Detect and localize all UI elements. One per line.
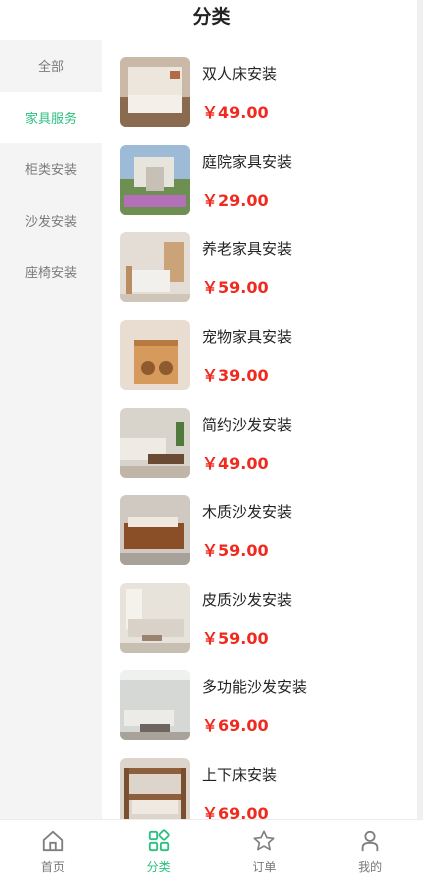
product-image — [120, 320, 190, 390]
product-name: 木质沙发安装 — [202, 503, 293, 521]
home-icon — [42, 830, 64, 852]
product-price: ￥59.00 — [202, 629, 269, 648]
product-price: ￥49.00 — [202, 454, 269, 473]
product-item[interactable]: 宠物家具安装 ￥39.00 — [120, 320, 410, 392]
category-icon — [148, 829, 170, 852]
tab-mine[interactable]: 我的 — [317, 820, 423, 875]
tab-orders-label: 订单 — [252, 860, 277, 874]
product-item[interactable]: 皮质沙发安装 ￥59.00 — [120, 583, 410, 655]
product-name: 庭院家具安装 — [202, 153, 293, 171]
tab-home-label: 首页 — [40, 860, 65, 874]
sidebar-item-sofa-install[interactable]: 沙发安装 — [0, 195, 102, 247]
sidebar-item-cabinet-install[interactable]: 柜类安装 — [0, 143, 102, 195]
product-name: 双人床安装 — [202, 65, 278, 83]
product-list: 双人床安装 ￥49.00 庭院家具安装 ￥29.00 养老家具安装 ￥59.00… — [102, 40, 417, 820]
product-name: 宠物家具安装 — [202, 328, 293, 346]
product-item[interactable]: 木质沙发安装 ￥59.00 — [120, 495, 410, 567]
product-item[interactable]: 多功能沙发安装 ￥69.00 — [120, 670, 410, 742]
product-image — [120, 758, 190, 820]
product-image — [120, 232, 190, 302]
product-price: ￥39.00 — [202, 366, 269, 385]
category-sidebar: 全部 家具服务 柜类安装 沙发安装 座椅安装 — [0, 40, 102, 820]
user-icon — [361, 830, 379, 852]
scrollbar-track — [417, 0, 423, 820]
product-image — [120, 670, 190, 740]
tab-orders[interactable]: 订单 — [212, 820, 318, 875]
product-item[interactable]: 双人床安装 ￥49.00 — [120, 57, 410, 129]
product-image — [120, 57, 190, 127]
product-price: ￥59.00 — [202, 541, 269, 560]
sidebar-item-all[interactable]: 全部 — [0, 40, 102, 92]
bottom-tab-bar: 首页 分类 订单 我的 — [0, 819, 423, 875]
product-image — [120, 583, 190, 653]
product-price: ￥69.00 — [202, 804, 269, 820]
product-image — [120, 495, 190, 565]
product-name: 养老家具安装 — [202, 240, 293, 258]
tab-home[interactable]: 首页 — [0, 820, 106, 875]
product-name: 上下床安装 — [202, 766, 278, 784]
tab-category[interactable]: 分类 — [106, 820, 212, 875]
product-item[interactable]: 庭院家具安装 ￥29.00 — [120, 145, 410, 217]
page-header: 分类 — [0, 0, 423, 40]
product-price: ￥29.00 — [202, 191, 269, 210]
sidebar-item-seat-install[interactable]: 座椅安装 — [0, 246, 102, 298]
product-name: 多功能沙发安装 — [202, 678, 308, 696]
tab-mine-label: 我的 — [358, 860, 383, 874]
tab-category-label: 分类 — [146, 860, 171, 874]
product-price: ￥49.00 — [202, 103, 269, 122]
product-item[interactable]: 简约沙发安装 ￥49.00 — [120, 408, 410, 480]
product-item[interactable]: 上下床安装 ￥69.00 — [120, 758, 410, 820]
product-price: ￥69.00 — [202, 716, 269, 735]
page-title: 分类 — [192, 6, 231, 28]
product-name: 简约沙发安装 — [202, 416, 293, 434]
sidebar-item-furniture-service[interactable]: 家具服务 — [0, 91, 102, 143]
product-item[interactable]: 养老家具安装 ￥59.00 — [120, 232, 410, 304]
star-icon — [253, 830, 275, 851]
product-image — [120, 408, 190, 478]
product-name: 皮质沙发安装 — [202, 591, 293, 609]
product-image — [120, 145, 190, 215]
product-price: ￥59.00 — [202, 278, 269, 297]
